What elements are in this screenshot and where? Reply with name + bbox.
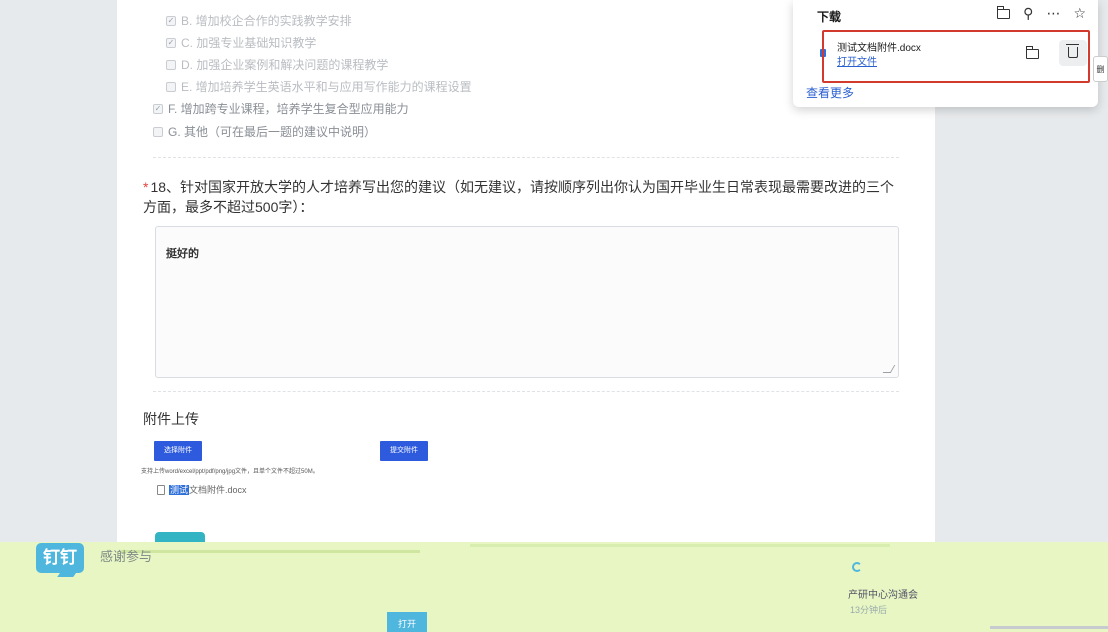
question-text: 18、针对国家开放大学的人才培养写出您的建议（如无建议，请按顺序列出你认为国开毕… (143, 179, 895, 215)
option-label: E. 增加培养学生英语水平和与应用写作能力的课程设置 (181, 80, 472, 94)
upload-hint: 支持上传word/excel/ppt/pdf/png/jpg文件，且单个文件不超… (141, 469, 319, 475)
open-button[interactable]: 打开 (387, 612, 427, 632)
required-mark: * (143, 179, 149, 195)
option-label: F. 增加跨专业课程，培养学生复合型应用能力 (168, 102, 409, 116)
checkbox-icon (166, 59, 176, 70)
file-name-rest: 文档附件.docx (189, 485, 247, 495)
submit-attachment-button[interactable]: 提交附件 (380, 441, 428, 461)
divider (153, 157, 899, 158)
option-b[interactable]: ✓ B. 增加校企合作的实践教学安排 (166, 12, 352, 29)
meeting-title[interactable]: 产研中心沟通会 (848, 586, 918, 601)
notification-banner: 钉钉 感谢参与 产研中心沟通会 13分钟后 打开 (0, 542, 1108, 632)
loading-status (852, 562, 862, 572)
resize-handle-icon[interactable] (882, 365, 896, 373)
pin-icon[interactable]: ☆ (1073, 5, 1086, 22)
select-attachment-button[interactable]: 选择附件 (154, 441, 202, 461)
answer-value: 挺好的 (166, 248, 199, 260)
option-label: G. 其他（可在最后一题的建议中说明） (168, 125, 377, 139)
highlight-box (822, 30, 1090, 83)
option-label: D. 加强企业案例和解决问题的课程教学 (181, 58, 389, 72)
logo-tail (57, 569, 79, 577)
delete-tooltip: 删 (1093, 56, 1108, 82)
thanks-text: 感谢参与 (100, 549, 153, 564)
option-label: C. 加强专业基础知识教学 (181, 36, 317, 50)
taskbar-edge (990, 626, 1108, 629)
folder-icon[interactable] (997, 6, 1011, 19)
document-icon (157, 484, 165, 495)
search-icon[interactable]: ⚲ (1023, 5, 1033, 22)
question-title: * 18、针对国家开放大学的人才培养写出您的建议（如无建议，请按顺序列出你认为国开… (143, 177, 903, 217)
divider (153, 391, 899, 392)
attachment-title: 附件上传 (143, 411, 199, 427)
loading-icon (852, 562, 862, 572)
more-icon[interactable]: ⋯ (1046, 5, 1060, 22)
see-more-link[interactable]: 查看更多 (806, 84, 854, 101)
meeting-time: 13分钟后 (850, 605, 888, 615)
checkbox-checked-icon: ✓ (153, 103, 163, 114)
option-f[interactable]: ✓ F. 增加跨专业课程，培养学生复合型应用能力 (153, 100, 409, 117)
uploaded-file[interactable]: 测试文档附件.docx (157, 483, 247, 496)
option-label: B. 增加校企合作的实践教学安排 (181, 14, 352, 28)
answer-textarea[interactable]: 挺好的 (155, 226, 899, 378)
render-streak (470, 544, 890, 547)
option-g[interactable]: G. 其他（可在最后一题的建议中说明） (153, 123, 376, 140)
checkbox-checked-icon: ✓ (166, 15, 176, 26)
downloads-title: 下载 (817, 10, 842, 24)
checkbox-checked-icon: ✓ (166, 37, 176, 48)
option-c[interactable]: ✓ C. 加强专业基础知识教学 (166, 34, 316, 51)
option-d[interactable]: D. 加强企业案例和解决问题的课程教学 (166, 56, 388, 73)
checkbox-icon (166, 81, 176, 92)
file-name-selected: 测试 (169, 485, 190, 495)
render-streak (120, 550, 420, 553)
option-e[interactable]: E. 增加培养学生英语水平和与应用写作能力的课程设置 (166, 78, 472, 95)
checkbox-icon (153, 126, 163, 137)
downloads-toolbar: ⚲ ⋯ ☆ (997, 5, 1086, 22)
